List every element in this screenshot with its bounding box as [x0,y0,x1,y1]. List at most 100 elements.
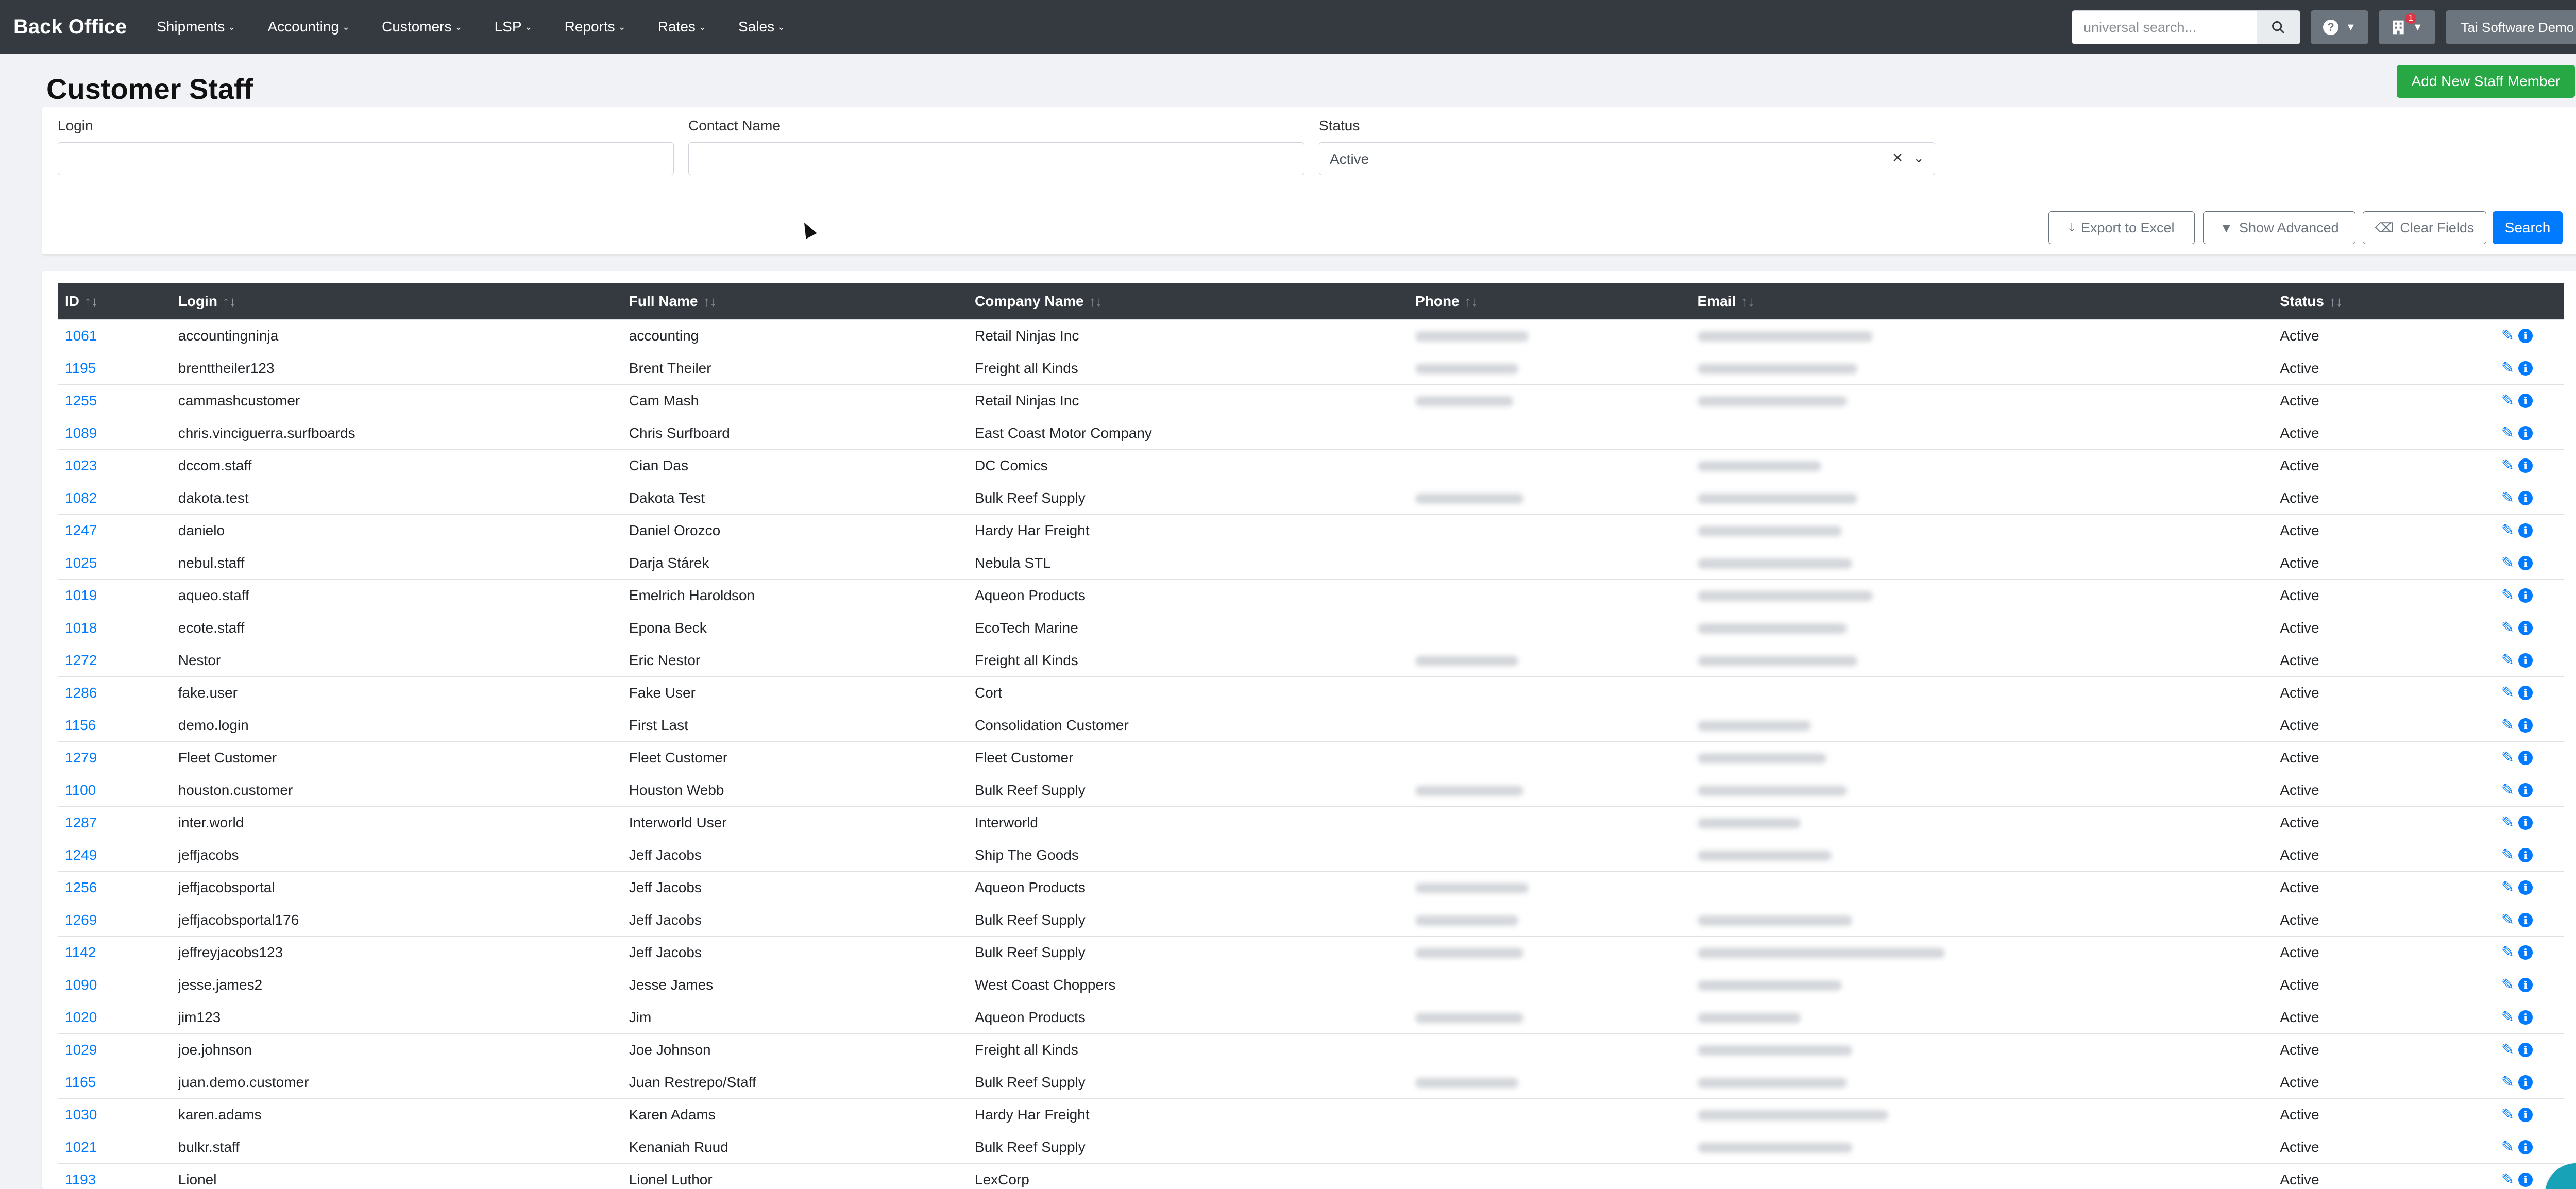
table-row[interactable]: 1090 jesse.james2 Jesse James West Coast Ch… [58,969,2564,1001]
info-icon[interactable]: i [2518,555,2533,570]
staff-id-link[interactable]: 1269 [65,912,97,928]
staff-id-link[interactable]: 1249 [65,847,97,863]
edit-pencil-icon[interactable]: ✎ [2501,619,2514,637]
notifications-dropdown[interactable]: 1 ▼ [2378,10,2435,44]
table-row[interactable]: 1030 karen.adams Karen Adams Hardy Har Frei… [58,1098,2564,1131]
column-header-phone[interactable]: Phone ↑↓ [1408,283,1690,319]
search-button[interactable]: Search [2493,211,2563,244]
staff-id-link[interactable]: 1272 [65,652,97,668]
edit-pencil-icon[interactable]: ✎ [2501,911,2514,929]
nav-menu-reports[interactable]: Reports ⌄ [565,19,626,35]
nav-menu-lsp[interactable]: LSP ⌄ [495,19,533,35]
universal-search-button[interactable] [2257,10,2300,44]
column-header-id[interactable]: ID ↑↓ [58,283,171,319]
info-icon[interactable]: i [2518,1042,2533,1057]
sort-icon[interactable]: ↑↓ [2329,294,2343,309]
add-staff-button[interactable]: Add New Staff Member [2397,65,2575,98]
table-row[interactable]: 1193 Lionel Lionel Luthor LexCorp Active ✎ i [58,1163,2564,1189]
table-row[interactable]: 1142 jeffreyjacobs123 Jeff Jacobs Bulk Reef… [58,936,2564,969]
column-header-full-name[interactable]: Full Name ↑↓ [622,283,968,319]
column-header-status[interactable]: Status ↑↓ [2273,283,2494,319]
login-input[interactable] [58,142,674,175]
staff-id-link[interactable]: 1030 [65,1107,97,1123]
table-row[interactable]: 1021 bulkr.staff Kenaniah Ruud Bulk Reef Su… [58,1131,2564,1163]
staff-id-link[interactable]: 1021 [65,1139,97,1155]
info-icon[interactable]: i [2518,750,2533,765]
info-icon[interactable]: i [2518,977,2533,992]
sort-icon[interactable]: ↑↓ [84,294,98,309]
edit-pencil-icon[interactable]: ✎ [2501,976,2514,994]
tenant-dropdown[interactable]: Tai Software Demo ▼ [2445,10,2576,44]
table-row[interactable]: 1019 aqueo.staff Emelrich Haroldson Aqueon … [58,579,2564,612]
staff-id-link[interactable]: 1279 [65,750,97,766]
table-row[interactable]: 1020 jim123 Jim Aqueon Products Active ✎ i [58,1001,2564,1033]
info-icon[interactable]: i [2518,393,2533,408]
edit-pencil-icon[interactable]: ✎ [2501,878,2514,896]
edit-pencil-icon[interactable]: ✎ [2501,1008,2514,1026]
staff-id-link[interactable]: 1019 [65,587,97,603]
staff-id-link[interactable]: 1165 [65,1074,96,1090]
nav-menu-sales[interactable]: Sales ⌄ [738,19,785,35]
status-select[interactable]: Active × ⌄ [1319,142,1935,175]
info-icon[interactable]: i [2518,620,2533,635]
info-icon[interactable]: i [2518,1140,2533,1154]
table-row[interactable]: 1195 brenttheiler123 Brent Theiler Freight … [58,352,2564,384]
info-icon[interactable]: i [2518,783,2533,797]
info-icon[interactable]: i [2518,945,2533,960]
edit-pencil-icon[interactable]: ✎ [2501,1073,2514,1091]
table-row[interactable]: 1100 houston.customer Houston Webb Bulk Ree… [58,774,2564,806]
staff-id-link[interactable]: 1090 [65,977,97,993]
edit-pencil-icon[interactable]: ✎ [2501,424,2514,442]
staff-id-link[interactable]: 1195 [65,360,96,376]
clear-icon[interactable]: × [1892,148,1903,168]
table-row[interactable]: 1089 chris.vinciguerra.surfboards Chris Su… [58,417,2564,449]
info-icon[interactable]: i [2518,815,2533,830]
universal-search-input[interactable] [2071,10,2257,44]
sort-icon[interactable]: ↑↓ [1741,294,1754,309]
edit-pencil-icon[interactable]: ✎ [2501,651,2514,669]
edit-pencil-icon[interactable]: ✎ [2501,554,2514,572]
staff-id-link[interactable]: 1061 [65,328,97,344]
info-icon[interactable]: i [2518,1172,2533,1187]
info-icon[interactable]: i [2518,490,2533,505]
edit-pencil-icon[interactable]: ✎ [2501,846,2514,864]
info-icon[interactable]: i [2518,653,2533,668]
staff-id-link[interactable]: 1082 [65,490,97,506]
table-row[interactable]: 1165 juan.demo.customer Juan Restrepo/Staf… [58,1066,2564,1098]
table-row[interactable]: 1286 fake.user Fake User Cort Active ✎ i [58,676,2564,709]
brand-logo[interactable]: Back Office [13,15,127,39]
staff-id-link[interactable]: 1020 [65,1009,97,1025]
edit-pencil-icon[interactable]: ✎ [2501,359,2514,377]
sort-icon[interactable]: ↑↓ [223,294,236,309]
column-header-company-name[interactable]: Company Name ↑↓ [968,283,1408,319]
edit-pencil-icon[interactable]: ✎ [2501,489,2514,507]
edit-pencil-icon[interactable]: ✎ [2501,781,2514,799]
table-row[interactable]: 1255 cammashcustomer Cam Mash Retail Ninjas… [58,384,2564,417]
edit-pencil-icon[interactable]: ✎ [2501,684,2514,702]
edit-pencil-icon[interactable]: ✎ [2501,327,2514,345]
info-icon[interactable]: i [2518,912,2533,927]
staff-id-link[interactable]: 1100 [65,782,96,798]
sort-icon[interactable]: ↑↓ [1089,294,1103,309]
table-row[interactable]: 1029 joe.johnson Joe Johnson Freight all Ki… [58,1033,2564,1066]
info-icon[interactable]: i [2518,1075,2533,1090]
staff-id-link[interactable]: 1089 [65,425,97,441]
table-row[interactable]: 1287 inter.world Interworld User Interworld… [58,806,2564,839]
staff-id-link[interactable]: 1256 [65,879,97,895]
staff-id-link[interactable]: 1255 [65,393,97,409]
info-icon[interactable]: i [2518,588,2533,603]
contact-name-input[interactable] [688,142,1304,175]
table-row[interactable]: 1023 dccom.staff Cian Das DC Comics Active ✎ i [58,449,2564,482]
staff-id-link[interactable]: 1156 [65,717,96,733]
clear-fields-button[interactable]: ⌫ Clear Fields [2363,211,2486,244]
staff-id-link[interactable]: 1286 [65,685,97,701]
help-dropdown[interactable]: ? ▼ [2310,10,2368,44]
edit-pencil-icon[interactable]: ✎ [2501,1106,2514,1124]
nav-menu-shipments[interactable]: Shipments ⌄ [157,19,235,35]
edit-pencil-icon[interactable]: ✎ [2501,813,2514,831]
info-icon[interactable]: i [2518,685,2533,700]
edit-pencil-icon[interactable]: ✎ [2501,1041,2514,1059]
staff-id-link[interactable]: 1025 [65,555,97,571]
table-row[interactable]: 1272 Nestor Eric Nestor Freight all Kinds Ac… [58,644,2564,676]
nav-menu-customers[interactable]: Customers ⌄ [382,19,462,35]
